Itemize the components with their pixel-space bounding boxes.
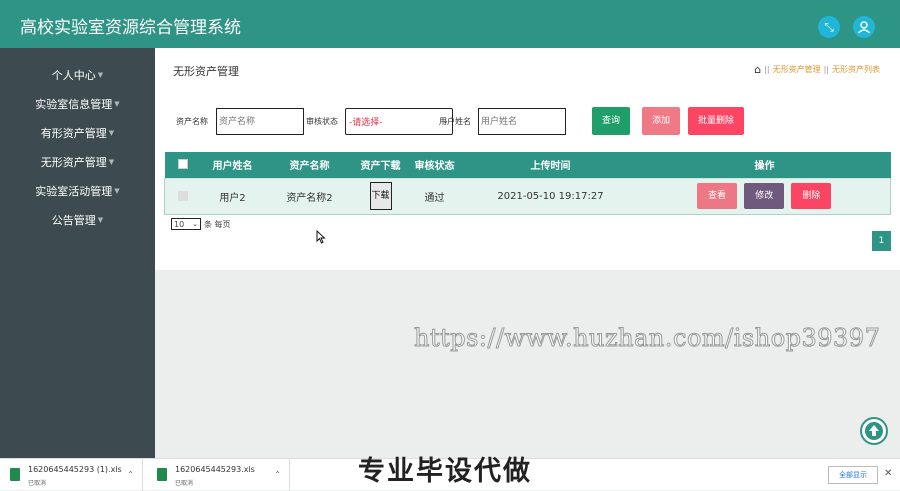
page-size-select[interactable]: 10 ⌄ xyxy=(171,218,201,230)
chevron-down-icon: ▼ xyxy=(108,158,115,166)
show-all-downloads-button[interactable]: 全部显示 xyxy=(828,466,878,484)
row-checkbox[interactable] xyxy=(177,190,188,201)
user-name-label: 用户姓名 xyxy=(439,117,471,126)
cell-asset-name: 资产名称2 xyxy=(264,177,355,215)
query-button[interactable]: 查询 xyxy=(592,107,630,135)
download-item[interactable]: 1620645445293.xls 已取消 ⌃ xyxy=(147,459,290,491)
col-actions: 操作 xyxy=(638,152,891,178)
page-number-current[interactable]: 1 xyxy=(872,231,891,251)
sidebar-item-intangible-assets[interactable]: 无形资产管理 ▼ xyxy=(0,150,155,174)
col-user-name: 用户姓名 xyxy=(200,152,265,178)
chevron-down-icon: ▼ xyxy=(108,129,115,137)
page-title: 无形资产管理 xyxy=(173,65,239,78)
chevron-down-icon: ▼ xyxy=(114,187,120,195)
status-label: 审核状态 xyxy=(306,117,338,126)
excel-file-icon xyxy=(157,468,167,481)
add-button[interactable]: 添加 xyxy=(642,107,680,135)
excel-file-icon xyxy=(10,468,20,481)
arrow-up-icon xyxy=(865,422,883,440)
home-icon[interactable]: ⌂ xyxy=(754,63,761,76)
batch-delete-button[interactable]: 批量删除 xyxy=(688,107,744,135)
expand-icon[interactable]: ⤡ xyxy=(818,16,840,38)
sidebar-item-tangible-assets[interactable]: 有形资产管理 ▼ xyxy=(0,121,155,145)
sidebar-item-announcements[interactable]: 公告管理 ▼ xyxy=(0,208,155,232)
download-button[interactable]: 下载 xyxy=(369,182,392,210)
cell-user-name: 用户2 xyxy=(200,177,265,215)
content-background xyxy=(155,270,900,458)
user-name-input[interactable] xyxy=(478,108,566,135)
cell-status: 通过 xyxy=(406,177,463,215)
app-title: 高校实验室资源综合管理系统 xyxy=(20,18,241,38)
view-button[interactable]: 查看 xyxy=(697,183,738,209)
breadcrumb-level1[interactable]: 无形资产管理 xyxy=(773,64,821,75)
col-asset-download: 资产下载 xyxy=(354,152,407,178)
overlay-caption: 专业毕设代做 xyxy=(358,456,532,487)
table-header-row: 用户姓名 资产名称 资产下载 审核状态 上传时间 操作 xyxy=(164,152,891,178)
select-all-checkbox[interactable] xyxy=(177,159,188,170)
chevron-down-icon: ▼ xyxy=(97,216,104,224)
sidebar-item-lab-info[interactable]: 实验室信息管理 ▼ xyxy=(0,92,155,116)
per-page-label: 条 每页 xyxy=(204,219,231,229)
chevron-down-icon: ▼ xyxy=(97,71,104,79)
select-all-header xyxy=(164,152,201,178)
delete-button[interactable]: 删除 xyxy=(791,183,832,209)
breadcrumb-level2: 无形资产列表 xyxy=(832,65,880,74)
watermark-text: https://www.huzhan.com/ishop39397 xyxy=(413,324,881,353)
col-asset-name: 资产名称 xyxy=(264,152,355,178)
asset-name-label: 资产名称 xyxy=(176,117,208,126)
mouse-cursor-icon xyxy=(316,230,326,244)
breadcrumb: ⌂ || 无形资产管理 || 无形资产列表 xyxy=(754,63,880,76)
close-icon[interactable]: ✕ xyxy=(884,468,892,479)
col-upload-time: 上传时间 xyxy=(462,152,639,178)
sidebar-item-profile[interactable]: 个人中心 ▼ xyxy=(0,63,155,87)
main-panel: 无形资产管理 ⌂ || 无形资产管理 || 无形资产列表 资产名称 审核状态 -… xyxy=(155,48,900,270)
chevron-up-icon[interactable]: ⌃ xyxy=(127,470,134,479)
sidebar-item-lab-activities[interactable]: 实验室活动管理 ▼ xyxy=(0,179,155,203)
back-to-top-button[interactable] xyxy=(860,417,888,445)
chevron-down-icon: ⌄ xyxy=(192,220,198,228)
sidebar: 个人中心 ▼ 实验室信息管理 ▼ 有形资产管理 ▼ 无形资产管理 ▼ 实验室活动管理 ▼ … xyxy=(0,48,155,458)
top-bar: 高校实验室资源综合管理系统 ⤡ xyxy=(0,0,900,48)
col-status: 审核状态 xyxy=(406,152,463,178)
asset-table: 用户姓名 资产名称 资产下载 审核状态 上传时间 操作 用户2 资产名称2 下载… xyxy=(164,152,891,215)
cell-upload-time: 2021-05-10 19:17:27 xyxy=(462,177,639,215)
status-select[interactable]: -请选择- ⌄ xyxy=(345,108,453,135)
page-size-control: 10 ⌄ 条 每页 xyxy=(171,218,231,230)
asset-name-input[interactable] xyxy=(216,108,304,135)
user-icon[interactable] xyxy=(853,16,875,38)
edit-button[interactable]: 修改 xyxy=(744,183,785,209)
download-item[interactable]: 1620645445293 (1).xls 已取消 ⌃ xyxy=(0,459,143,491)
chevron-up-icon[interactable]: ⌃ xyxy=(274,470,281,479)
chevron-down-icon: ▼ xyxy=(114,100,120,108)
table-row: 用户2 资产名称2 下载 通过 2021-05-10 19:17:27 查看 修… xyxy=(164,177,891,215)
